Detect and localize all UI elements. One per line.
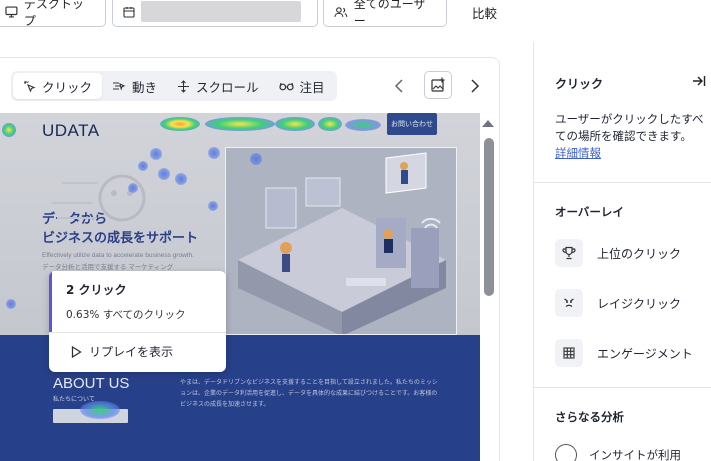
panel-description-text: ユーザーがクリックしたすべての場所を確認できます。 [555, 112, 704, 143]
insights-item[interactable]: インサイトが利用 [555, 444, 681, 461]
heatmap-blob [150, 148, 162, 160]
heatmap-blob [208, 147, 220, 159]
date-range-redacted [141, 1, 301, 22]
collapse-panel-icon[interactable] [692, 72, 706, 91]
site-graphic-icon [52, 174, 146, 222]
insight-icon [555, 444, 577, 461]
heatmap-tabs: クリック 動き スクロール 注目 [11, 71, 337, 101]
chevron-right-icon[interactable] [470, 78, 480, 97]
heatmap-blob [250, 153, 262, 165]
heatmap-blob [175, 173, 187, 185]
desktop-icon [5, 5, 18, 18]
overlay-top-clicks[interactable]: 上位のクリック [555, 239, 681, 267]
users-label: 全てのユーザー [353, 0, 426, 28]
top-toolbar: デスクトップ 全てのユーザー 比較 [0, 0, 711, 30]
heatmap-panel: クリック 動き スクロール 注目 UDATA お問い合わせ データから ビジネス… [0, 57, 500, 461]
heatmap-blob [158, 168, 170, 180]
panel-title: クリック [555, 77, 604, 91]
site-logo: UDATA [42, 121, 100, 140]
overlay-top-clicks-label: 上位のクリック [597, 246, 682, 261]
heatmap-blob [128, 183, 138, 193]
tab-movement-label: 動き [132, 79, 158, 95]
insights-label: インサイトが利用 [589, 448, 681, 461]
heatmap-blob [275, 117, 315, 131]
trophy-icon [555, 239, 583, 267]
scrollbar-thumb[interactable] [484, 138, 494, 296]
tab-attention-label: 注目 [299, 79, 325, 95]
scroll-icon [178, 79, 190, 93]
tooltip-divider [49, 332, 226, 333]
movement-icon [113, 82, 126, 91]
chevron-left-icon[interactable] [394, 78, 404, 97]
learn-more-link[interactable]: 詳細情報 [555, 146, 601, 160]
tab-scroll-label: スクロール [196, 79, 259, 95]
heatmap-blob [80, 401, 120, 419]
tab-movement[interactable]: 動き [102, 73, 167, 99]
site-sub-line1: Effectively utilize data to accelerate b… [42, 252, 194, 259]
heatmap-blob [138, 161, 148, 171]
panel-divider [534, 387, 711, 388]
heatmap-blob [345, 119, 381, 131]
heatmap-blob [160, 117, 200, 131]
tab-scroll[interactable]: スクロール [167, 73, 269, 99]
grid-icon [555, 339, 583, 367]
overlay-rage-clicks-label: レイジクリック [597, 296, 682, 311]
about-text: やまは、データドリブンなビジネスを支援することを目指して設立されました。私たちの… [180, 379, 438, 408]
tab-click-label: クリック [42, 79, 93, 95]
overlay-engagement[interactable]: エンゲージメント [555, 339, 693, 367]
tab-click[interactable]: クリック [13, 73, 103, 99]
overlay-heading: オーバーレイ [555, 205, 624, 219]
heatmap-blob [205, 117, 275, 131]
click-tooltip: 2 クリック 0.63% すべてのクリック リプレイを表示 [49, 271, 226, 372]
analysis-heading: さらなる分析 [555, 410, 624, 424]
details-panel: クリック ユーザーがクリックしたすべての場所を確認できます。 詳細情報 オーバー… [533, 42, 711, 461]
scroll-up-arrow-icon[interactable] [482, 120, 494, 127]
heatmap-blob [6, 299, 16, 309]
calendar-icon [123, 6, 135, 18]
about-title: ABOUT US [53, 375, 130, 392]
panel-divider [534, 182, 711, 183]
tooltip-click-count: 2 クリック [66, 283, 127, 297]
compare-button[interactable]: 比較 [472, 3, 497, 22]
users-icon [334, 6, 348, 17]
tab-attention[interactable]: 注目 [269, 73, 335, 99]
site-cta-button: お問い合わせ [387, 113, 437, 135]
overlay-engagement-label: エンゲージメント [597, 346, 693, 361]
view-replay-button[interactable]: リプレイを表示 [71, 343, 173, 360]
heatmap-blob [318, 117, 342, 131]
heatmap-blob [2, 123, 16, 137]
add-screenshot-button[interactable] [424, 71, 452, 99]
add-image-icon [431, 77, 445, 92]
user-segment-button[interactable]: 全てのユーザー [323, 0, 447, 28]
date-range-button[interactable] [112, 0, 318, 27]
site-illustration [225, 147, 457, 335]
play-icon [71, 345, 82, 358]
glasses-icon [278, 82, 294, 91]
device-selector-button[interactable]: デスクトップ [0, 0, 106, 28]
view-replay-label: リプレイを表示 [89, 345, 174, 359]
heatmap-blob [208, 201, 218, 211]
click-icon [24, 80, 36, 92]
overlay-rage-clicks[interactable]: レイジクリック [555, 289, 681, 317]
device-label: デスクトップ [23, 0, 84, 28]
tooltip-accent-bar [49, 271, 52, 332]
tooltip-click-percent: 0.63% すべてのクリック [66, 309, 186, 321]
panel-description: ユーザーがクリックしたすべての場所を確認できます。 詳細情報 [555, 111, 705, 162]
angry-face-icon [555, 289, 583, 317]
